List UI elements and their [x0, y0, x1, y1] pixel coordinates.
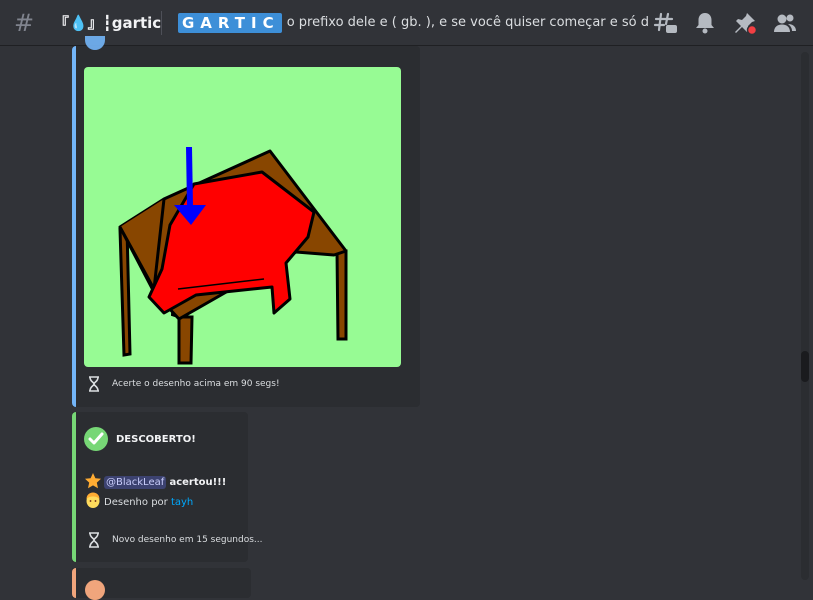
star-icon [85, 473, 101, 489]
topic-text: o prefixo dele e ( gb. ), e se você quis… [286, 15, 648, 30]
next-embed-icon [85, 580, 105, 600]
scrollbar-thumb[interactable] [801, 351, 809, 382]
hourglass-icon [89, 376, 99, 392]
result-title: DESCOBERTO! [116, 434, 196, 445]
channel-topic[interactable]: GARTIC o prefixo dele e ( gb. ), e se vo… [178, 12, 648, 34]
winner-line: @BlackLeaf acertou!!! [104, 476, 227, 489]
embed-accent-bar [72, 568, 76, 598]
header-divider [161, 11, 162, 35]
winner-suffix: acertou!!! [169, 477, 227, 488]
channel-header: # 『💧』┇gartic GARTIC o prefixo dele e ( g… [0, 0, 813, 46]
hourglass-icon [89, 532, 99, 548]
channel-hash-icon: # [14, 9, 35, 37]
check-icon [84, 427, 108, 451]
drawing-image[interactable] [84, 67, 401, 367]
drawer-name[interactable]: tayh [171, 497, 193, 508]
winner-mention[interactable]: @BlackLeaf [104, 476, 167, 489]
pin-icon[interactable] [732, 10, 758, 36]
drawer-prefix: Desenho por [104, 497, 168, 508]
gartic-logo: GARTIC [178, 12, 282, 33]
embed-accent-bar [72, 46, 76, 407]
bell-icon[interactable] [692, 10, 718, 36]
members-icon[interactable] [772, 10, 798, 36]
scrollbar-track[interactable] [801, 52, 809, 580]
drawing-footer-text: Acerte o desenho acima em 90 segs! [112, 379, 280, 389]
drawer-line: Desenho por tayh [104, 497, 193, 508]
result-footer-text: Novo desenho em 15 segundos... [112, 535, 263, 545]
embed-accent-bar [72, 412, 76, 562]
person-emoji-icon [86, 492, 100, 508]
channel-name[interactable]: 『💧』┇gartic [54, 12, 161, 33]
threads-icon[interactable] [653, 10, 679, 36]
